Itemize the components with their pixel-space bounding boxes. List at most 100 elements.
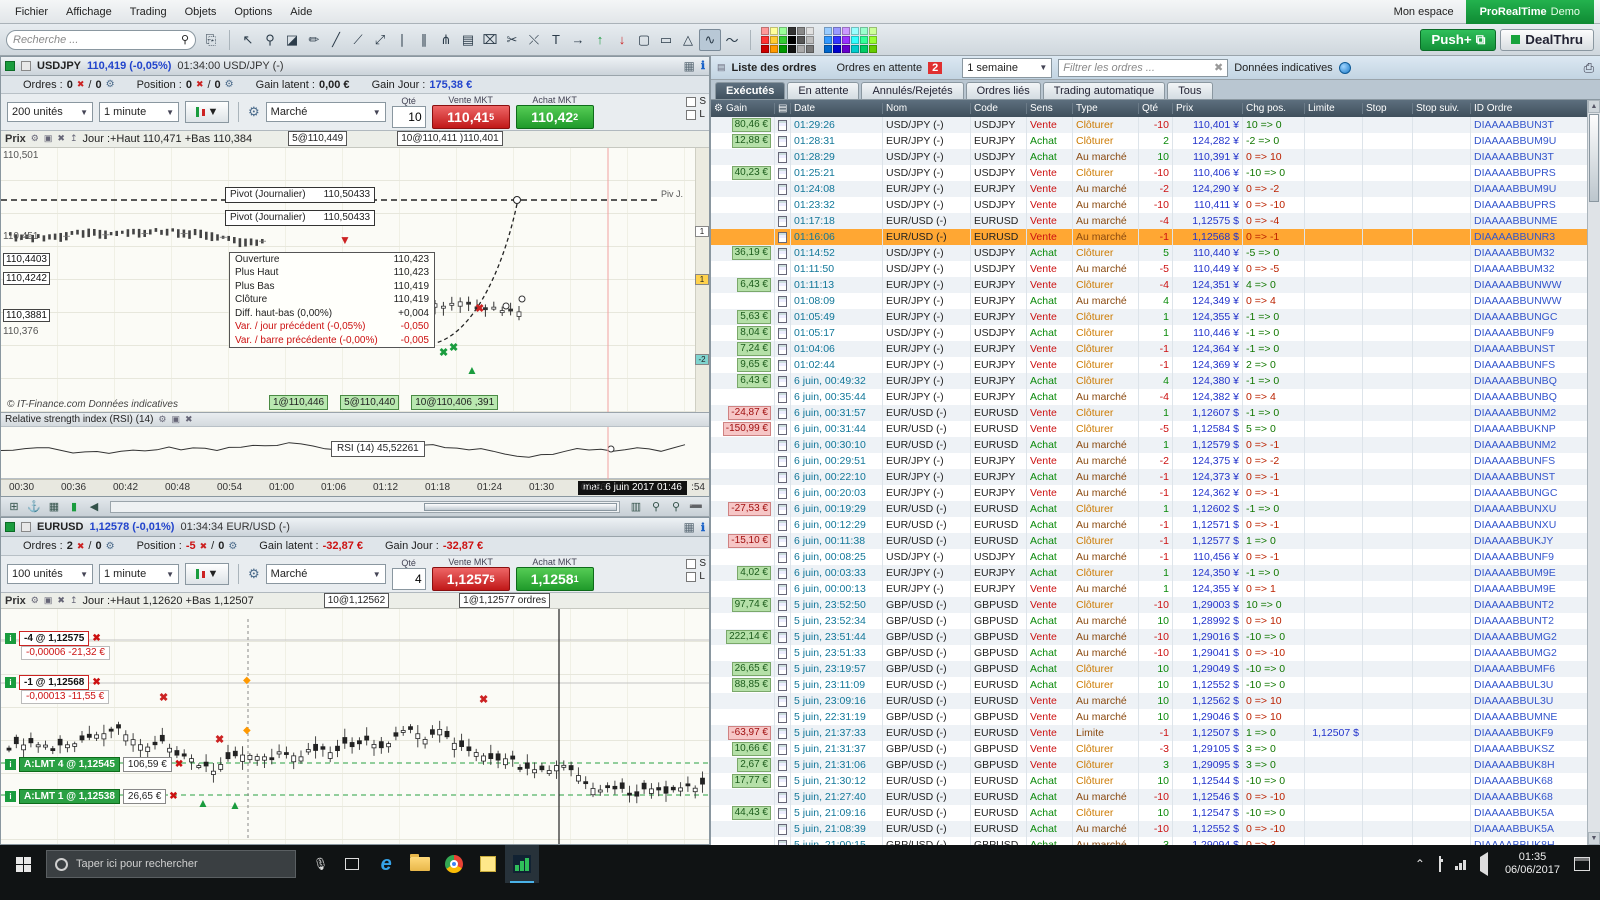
color-swatch[interactable] xyxy=(806,44,814,53)
segment-tool-icon[interactable]: ⟋ xyxy=(347,29,369,51)
menu-aide[interactable]: Aide xyxy=(281,3,321,21)
filter-input[interactable] xyxy=(1063,61,1215,74)
menu-objets[interactable]: Objets xyxy=(176,3,226,21)
buy-market-button[interactable]: 1,1258 1 xyxy=(515,567,594,591)
column-header[interactable]: ID Ordre xyxy=(1471,103,1600,114)
order-sheet-icon[interactable] xyxy=(778,135,787,147)
color-swatch[interactable] xyxy=(851,44,859,53)
order-sheet-icon[interactable] xyxy=(778,183,787,195)
tab-tous[interactable]: Tous xyxy=(1167,82,1213,99)
orders-filter[interactable]: ✖ xyxy=(1058,58,1229,77)
search-input[interactable] xyxy=(13,33,181,46)
table-row[interactable]: 44,43 € 5 juin, 21:09:16 EUR/USD (-) EURUSD… xyxy=(711,805,1600,821)
order-sheet-icon[interactable] xyxy=(778,583,787,595)
mon-espace-button[interactable]: Mon espace xyxy=(1382,6,1466,18)
period-select[interactable]: 1 semaine ▼ xyxy=(962,57,1053,78)
position-settings-icon[interactable]: ⚙ xyxy=(225,79,234,90)
table-row[interactable]: 4,02 € 6 juin, 00:03:33 EUR/JPY (-) EURJPY A… xyxy=(711,565,1600,581)
collapse-icon[interactable]: ➖ xyxy=(688,499,704,515)
order-sheet-icon[interactable] xyxy=(778,727,787,739)
orders-settings-icon[interactable]: ⚙ xyxy=(106,79,115,90)
column-header[interactable]: Type xyxy=(1073,103,1139,114)
sell-market-button[interactable]: 1,1257 5 xyxy=(431,567,510,591)
color-swatch[interactable] xyxy=(779,26,787,35)
grid-view-icon[interactable]: ▦ xyxy=(46,499,62,515)
color-swatch[interactable] xyxy=(860,44,868,53)
order-sheet-icon[interactable] xyxy=(778,391,787,403)
order-sheet-icon[interactable] xyxy=(778,375,787,387)
color-swatch[interactable] xyxy=(824,26,832,35)
tab-ordres-li-s[interactable]: Ordres liés xyxy=(965,82,1041,99)
table-row[interactable]: 5 juin, 21:00:15 GBP/USD (-) GBPUSD Achat Au… xyxy=(711,837,1600,845)
order-sheet-icon[interactable] xyxy=(778,247,787,259)
order-sheet-icon[interactable] xyxy=(778,215,787,227)
volume-icon[interactable] xyxy=(1479,852,1488,876)
scroll-up-arrow[interactable]: ▲ xyxy=(1588,100,1600,113)
units-select[interactable]: 200 unités ▼ xyxy=(7,102,93,123)
horizontal-scrollbar[interactable] xyxy=(110,500,620,513)
order-sheet-icon[interactable] xyxy=(778,199,787,211)
order-sheet-icon[interactable] xyxy=(778,519,787,531)
table-row[interactable]: 6 juin, 00:30:10 EUR/USD (-) EURUSD Achat Au… xyxy=(711,437,1600,453)
color-swatch[interactable] xyxy=(842,26,850,35)
rsi-close-icon[interactable]: ✖ xyxy=(185,414,193,425)
up-arrow-tool-icon[interactable]: ↑ xyxy=(589,29,611,51)
pivot-label-1[interactable]: Pivot (Journalier) 110,50433 xyxy=(225,186,376,203)
pane-close-icon[interactable]: ✖ xyxy=(57,595,65,606)
cursor-tool-icon[interactable]: ↖ xyxy=(237,29,259,51)
info-icon[interactable]: ℹ xyxy=(701,521,705,534)
order-type-select[interactable]: Marché ▼ xyxy=(265,564,386,584)
edge-icon[interactable]: e xyxy=(369,845,403,883)
table-row[interactable]: -63,97 € 5 juin, 21:37:33 EUR/USD (-) EURUS… xyxy=(711,725,1600,741)
color-swatch[interactable] xyxy=(788,35,796,44)
order-sheet-icon[interactable] xyxy=(778,663,787,675)
order-sheet-icon[interactable] xyxy=(778,679,787,691)
color-swatch[interactable] xyxy=(869,44,877,53)
table-row[interactable]: 222,14 € 5 juin, 23:51:44 GBP/USD (-) GBPUS… xyxy=(711,629,1600,645)
tray-expand-icon[interactable]: ⌃ xyxy=(1415,857,1425,871)
table-row[interactable]: 5 juin, 21:08:39 EUR/USD (-) EURUSD Achat Au… xyxy=(711,821,1600,837)
table-row[interactable]: 2,67 € 5 juin, 21:31:06 GBP/USD (-) GBPUSD V… xyxy=(711,757,1600,773)
column-header[interactable]: Sens xyxy=(1027,103,1073,114)
timeframe-select[interactable]: 1 minute ▼ xyxy=(99,564,179,584)
pending-orders-label[interactable]: Ordres en attente xyxy=(837,62,923,74)
zoom-in-icon[interactable]: ⚲ xyxy=(648,499,664,515)
color-swatch[interactable] xyxy=(869,26,877,35)
taskbar-search[interactable]: Taper ici pour rechercher xyxy=(46,850,296,878)
limit-checkbox[interactable] xyxy=(686,109,697,120)
right-scale-gutter[interactable]: 1 1 -2 xyxy=(695,147,709,412)
table-row[interactable]: 6 juin, 00:00:13 EUR/JPY (-) EURJPY Vente Au… xyxy=(711,581,1600,597)
pane-settings-icon[interactable]: ⚙ xyxy=(31,133,39,144)
table-row[interactable]: 40,23 € 01:25:21 USD/JPY (-) USDJPY Vente Clô… xyxy=(711,165,1600,181)
table-row[interactable]: 6,43 € 6 juin, 00:49:32 EUR/JPY (-) EURJPY A… xyxy=(711,373,1600,389)
column-header[interactable]: Stop suiv. xyxy=(1413,103,1471,114)
timeframe-select[interactable]: 1 minute ▼ xyxy=(99,102,179,123)
eraser-tool-icon[interactable]: ◪ xyxy=(281,29,303,51)
color-swatch[interactable] xyxy=(869,35,877,44)
table-row[interactable]: 5 juin, 23:51:33 GBP/USD (-) GBPUSD Achat Au… xyxy=(711,645,1600,661)
pitchfork-tool-icon[interactable]: ⋔ xyxy=(435,29,457,51)
clear-filter-icon[interactable]: ✖ xyxy=(1214,61,1223,74)
order-tag[interactable]: i -4 @ 1,12575 ✖ xyxy=(5,631,101,646)
column-header[interactable]: Stop xyxy=(1363,103,1413,114)
table-row[interactable]: 88,85 € 5 juin, 23:11:09 EUR/USD (-) EURUSD… xyxy=(711,677,1600,693)
order-sheet-icon[interactable] xyxy=(778,823,787,835)
table-row[interactable]: 6 juin, 00:35:44 EUR/JPY (-) EURJPY Achat Au… xyxy=(711,389,1600,405)
order-tag[interactable]: -0,00013 -11,55 € xyxy=(21,690,110,704)
table-row[interactable]: 01:16:06 EUR/USD (-) EURUSD Vente Au marché -… xyxy=(711,229,1600,245)
menu-trading[interactable]: Trading xyxy=(121,3,176,21)
cancel-orders-icon[interactable]: ✖ xyxy=(77,79,85,90)
color-swatch[interactable] xyxy=(824,35,832,44)
order-sheet-icon[interactable] xyxy=(778,151,787,163)
microphone-icon[interactable]: 🎙︎ xyxy=(313,857,328,871)
table-row[interactable]: 01:28:29 USD/JPY (-) USDJPY Achat Au marché 1… xyxy=(711,149,1600,165)
cross-tool-icon[interactable]: ⤬ xyxy=(523,29,545,51)
quantity-input[interactable] xyxy=(391,568,426,590)
close-order-icon[interactable]: ✖ xyxy=(169,791,177,802)
order-sheet-icon[interactable] xyxy=(778,327,787,339)
vertical-line-tool-icon[interactable]: ∣ xyxy=(391,29,413,51)
order-sheet-icon[interactable] xyxy=(778,743,787,755)
order-sheet-icon[interactable] xyxy=(778,631,787,643)
color-palette-a[interactable] xyxy=(761,26,814,53)
order-type-select[interactable]: Marché ▼ xyxy=(265,102,386,123)
